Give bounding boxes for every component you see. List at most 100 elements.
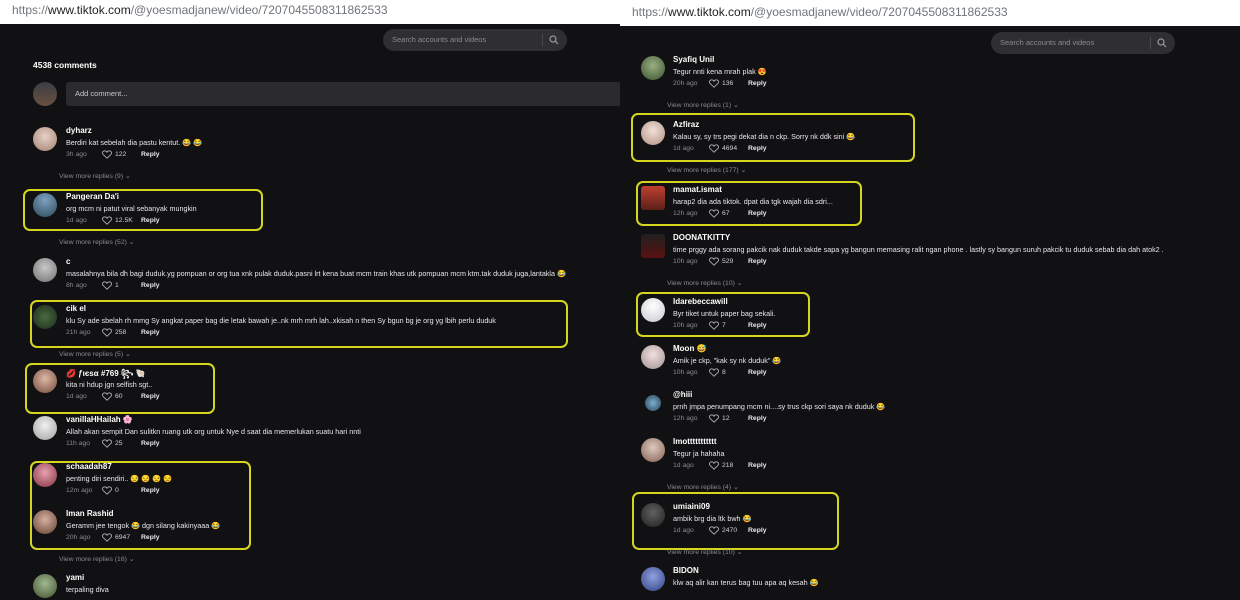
view-more-replies-label: View more replies (1) [667,102,732,109]
comment-age: 1d ago [66,217,87,224]
commenter-name[interactable]: Imottttttttttt [673,437,717,446]
commenter-avatar[interactable] [33,193,57,217]
like-heart-icon[interactable] [102,439,112,448]
like-heart-icon[interactable] [709,79,719,88]
commenter-name[interactable]: Pangeran Da'i [66,192,119,201]
like-heart-icon[interactable] [102,281,112,290]
commenter-name[interactable]: DOONATKITTY [673,233,730,242]
commenter-name[interactable]: mamat.ismat [673,185,722,194]
commenter-avatar[interactable] [641,298,665,322]
comment-age: 1d ago [673,145,694,152]
view-more-replies-button[interactable]: View more replies (9) ⌄ [59,172,131,180]
like-heart-icon[interactable] [709,526,719,535]
search-icon[interactable] [1157,38,1167,48]
commenter-name[interactable]: yami [66,573,84,582]
reply-button[interactable]: Reply [748,258,767,265]
commenter-name[interactable]: @hiii [673,390,692,399]
commenter-name[interactable]: schaadah87 [66,462,112,471]
view-more-replies-button[interactable]: View more replies (1) ⌄ [667,101,739,109]
view-more-replies-button[interactable]: View more replies (10) ⌄ [667,279,742,287]
like-heart-icon[interactable] [709,414,719,423]
search-input[interactable]: Search accounts and videos [383,29,567,51]
comment-meta: 1d ago 2470 Reply [673,526,767,535]
add-comment-input[interactable]: Add comment... [66,82,620,106]
commenter-avatar[interactable] [33,258,57,282]
reply-button[interactable]: Reply [141,393,160,400]
commenter-avatar[interactable] [33,369,57,393]
commenter-avatar[interactable] [33,305,57,329]
commenter-name[interactable]: Syafiq Unil [673,55,714,64]
view-more-replies-button[interactable]: View more replies (5) ⌄ [59,350,131,358]
commenter-name[interactable]: Idarebeccawill [673,297,728,306]
like-heart-icon[interactable] [102,216,112,225]
reply-button[interactable]: Reply [748,527,767,534]
commenter-avatar[interactable] [641,186,665,210]
like-heart-icon[interactable] [709,257,719,266]
commenter-avatar[interactable] [33,510,57,534]
like-heart-icon[interactable] [102,533,112,542]
comment-text: Berdiri kat sebelah dia pastu kentut. 😂 … [66,138,203,147]
like-heart-icon[interactable] [709,144,719,153]
like-heart-icon[interactable] [709,461,719,470]
view-more-replies-button[interactable]: View more replies (177) ⌄ [667,166,746,174]
comment-age: 1d ago [673,527,694,534]
commenter-avatar[interactable] [641,503,665,527]
search-icon[interactable] [549,35,559,45]
commenter-avatar[interactable] [33,574,57,598]
like-count: 122 [115,151,127,158]
commenter-name[interactable]: dyharz [66,126,92,135]
commenter-avatar[interactable] [641,56,665,80]
commenter-name[interactable]: vanillaHHailah 🌸 [66,415,133,424]
reply-button[interactable]: Reply [748,145,767,152]
commenter-name[interactable]: Moon 😅 [673,344,707,353]
like-heart-icon[interactable] [709,368,719,377]
commenter-name[interactable]: Azfiraz [673,120,699,129]
reply-button[interactable]: Reply [748,210,767,217]
like-heart-icon[interactable] [709,321,719,330]
commenter-avatar[interactable] [33,416,57,440]
comment-meta: 3h ago 122 Reply [66,150,160,159]
like-heart-icon[interactable] [709,209,719,218]
reply-button[interactable]: Reply [141,534,160,541]
commenter-name[interactable]: cik el [66,304,86,313]
reply-button[interactable]: Reply [748,369,767,376]
search-input[interactable]: Search accounts and videos [991,32,1175,54]
commenter-name[interactable]: c [66,257,70,266]
reply-button[interactable]: Reply [141,217,160,224]
view-more-replies-button[interactable]: View more replies (4) ⌄ [667,483,739,491]
view-more-replies-button[interactable]: View more replies (10) ⌄ [667,548,742,556]
like-count: 7 [722,322,726,329]
commenter-avatar[interactable] [641,234,665,258]
like-heart-icon[interactable] [102,150,112,159]
reply-button[interactable]: Reply [748,462,767,469]
reply-button[interactable]: Reply [141,282,160,289]
reply-button[interactable]: Reply [141,440,160,447]
view-more-replies-button[interactable]: View more replies (52) ⌄ [59,238,134,246]
reply-button[interactable]: Reply [748,80,767,87]
reply-button[interactable]: Reply [141,151,160,158]
address-bar[interactable]: https://www.tiktok.com/@yoesmadjanew/vid… [620,0,1240,26]
reply-button[interactable]: Reply [748,415,767,422]
comment-meta: 1d ago 12.5K Reply [66,216,160,225]
comment-meta: 12h ago 67 Reply [673,209,767,218]
commenter-avatar[interactable] [33,127,57,151]
commenter-name[interactable]: Iman Rashid [66,509,114,518]
address-bar[interactable]: https://www.tiktok.com/@yoesmadjanew/vid… [0,0,620,24]
commenter-name[interactable]: BIDON [673,566,699,575]
reply-button[interactable]: Reply [141,329,160,336]
like-heart-icon[interactable] [102,486,112,495]
commenter-avatar[interactable] [645,395,661,411]
like-heart-icon[interactable] [102,328,112,337]
commenter-avatar[interactable] [641,121,665,145]
reply-button[interactable]: Reply [141,487,160,494]
commenter-avatar[interactable] [33,463,57,487]
view-more-replies-button[interactable]: View more replies (16) ⌄ [59,555,134,563]
like-heart-icon[interactable] [102,392,112,401]
comment-age: 10h ago [673,258,698,265]
like-count: 0 [115,487,119,494]
commenter-name[interactable]: umiaini09 [673,502,710,511]
commenter-avatar[interactable] [641,345,665,369]
commenter-avatar[interactable] [641,438,665,462]
commenter-avatar[interactable] [641,567,665,591]
reply-button[interactable]: Reply [748,322,767,329]
